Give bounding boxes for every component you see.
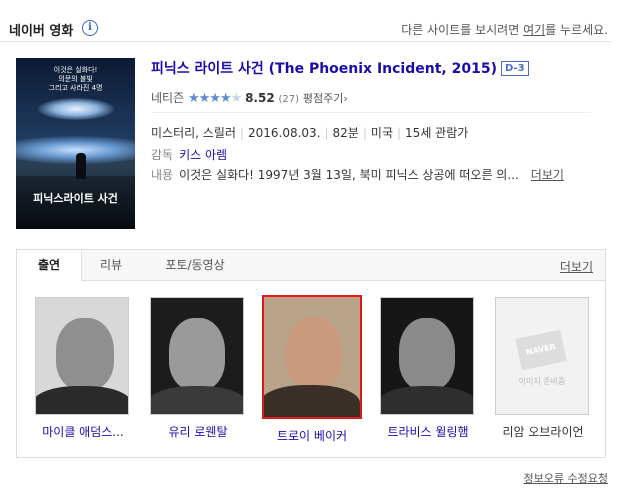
redirect-notice: 다른 사이트를 보시려면 여기를 누르세요. bbox=[401, 21, 608, 38]
naver-logo-icon: NAVER bbox=[515, 329, 567, 371]
cast-photo[interactable] bbox=[150, 297, 244, 415]
movie-meta: 미스터리, 스릴러 | 2016.08.03. | 82분 | 미국 | 15세 관람가 bbox=[151, 126, 469, 140]
rating-count: (27) bbox=[278, 94, 300, 105]
director-row: 감독 키스 아렘 bbox=[151, 146, 227, 163]
tab-bar: 출연 리뷰 포토/동영상 더보기 bbox=[17, 250, 605, 281]
d-day-badge: D-3 bbox=[500, 61, 529, 76]
report-error-link[interactable]: 정보오류 수정요청 bbox=[524, 470, 608, 486]
info-icon[interactable]: i bbox=[82, 20, 98, 36]
cast-name[interactable]: 트로이 베이커 bbox=[264, 427, 360, 444]
poster-title-text: 피닉스라이트 사건 bbox=[33, 192, 118, 205]
cast-member[interactable]: NAVER 이미지 준비중 리암 오브라이언 bbox=[495, 297, 591, 440]
poster-tagline-1: 이것은 실화다! bbox=[53, 66, 98, 74]
placeholder-text: 이미지 준비중 bbox=[518, 377, 566, 386]
cast-photo[interactable] bbox=[35, 297, 129, 415]
synopsis-text: 이것은 실화다! 1997년 3월 13일, 북미 피닉스 상공에 떠오른 의.… bbox=[179, 168, 519, 182]
cast-member-selected[interactable]: 트로이 베이커 bbox=[262, 295, 362, 444]
tab-photo-video[interactable]: 포토/동영상 bbox=[140, 250, 250, 280]
synopsis-label: 내용 bbox=[151, 168, 174, 182]
synopsis-more-link[interactable]: 더보기 bbox=[531, 168, 564, 182]
rating-score: 8.52 bbox=[245, 91, 275, 105]
cast-member[interactable]: 마이클 애덤스... bbox=[35, 297, 131, 440]
cast-name[interactable]: 트라비스 윌링햄 bbox=[380, 423, 476, 440]
rate-link-label[interactable]: 평점주기 bbox=[303, 92, 343, 105]
star-rating-icon: ★★★★★ bbox=[187, 91, 242, 106]
notice-suffix: 를 누르세요. bbox=[545, 23, 608, 37]
age-rating: 15세 관람가 bbox=[405, 126, 469, 140]
runtime: 82분 bbox=[332, 126, 359, 140]
tab-cast[interactable]: 출연 bbox=[17, 250, 82, 281]
chevron-right-icon: › bbox=[343, 92, 348, 105]
genre: 미스터리, 스릴러 bbox=[151, 126, 236, 140]
info-divider bbox=[151, 112, 591, 113]
director-link[interactable]: 키스 아렘 bbox=[179, 148, 227, 162]
synopsis-row: 내용 이것은 실화다! 1997년 3월 13일, 북미 피닉스 상공에 떠오른 … bbox=[151, 166, 564, 183]
header-divider bbox=[0, 41, 612, 42]
netizen-rating: 네티즌 ★★★★★ 8.52 (27) 평점주기› bbox=[151, 89, 348, 106]
poster-ufo-light bbox=[38, 98, 114, 120]
director-label: 감독 bbox=[151, 148, 174, 162]
movie-title-text[interactable]: 피닉스 라이트 사건 (The Phoenix Incident, 2015) bbox=[151, 61, 497, 77]
poster-tagline: 이것은 실화다! 의문의 불빛 그리고 사라진 4명 bbox=[16, 66, 135, 93]
cast-name[interactable]: 리암 오브라이언 bbox=[495, 423, 591, 440]
notice-prefix: 다른 사이트를 보시려면 bbox=[401, 23, 524, 37]
cast-member[interactable]: 유리 로웬탈 bbox=[150, 297, 246, 440]
movie-title[interactable]: 피닉스 라이트 사건 (The Phoenix Incident, 2015) D… bbox=[151, 58, 529, 78]
poster-tagline-2: 의문의 불빛 bbox=[58, 75, 93, 83]
poster-figure bbox=[76, 153, 86, 179]
rating-label: 네티즌 bbox=[151, 91, 185, 105]
cast-name[interactable]: 유리 로웬탈 bbox=[150, 423, 246, 440]
cast-photo[interactable] bbox=[380, 297, 474, 415]
notice-link[interactable]: 여기 bbox=[523, 23, 545, 37]
tab-more-link[interactable]: 더보기 bbox=[560, 258, 593, 275]
rate-link[interactable]: 평점주기› bbox=[303, 92, 348, 105]
cast-photo[interactable] bbox=[262, 295, 362, 419]
release-date: 2016.08.03. bbox=[247, 126, 321, 140]
page-title: 네이버 영화 bbox=[9, 24, 74, 39]
cast-name[interactable]: 마이클 애덤스... bbox=[35, 423, 131, 440]
cast-member[interactable]: 트라비스 윌링햄 bbox=[380, 297, 476, 440]
poster-tagline-3: 그리고 사라진 4명 bbox=[48, 84, 103, 92]
tab-review[interactable]: 리뷰 bbox=[82, 250, 140, 280]
movie-poster[interactable]: 이것은 실화다! 의문의 불빛 그리고 사라진 4명 피닉스라이트 사건 bbox=[16, 58, 135, 229]
country: 미국 bbox=[370, 126, 393, 140]
cast-panel: 출연 리뷰 포토/동영상 더보기 마이클 애덤스... 유리 로웬탈 트로이 베… bbox=[16, 249, 606, 458]
no-image-placeholder[interactable]: NAVER 이미지 준비중 bbox=[495, 297, 589, 415]
